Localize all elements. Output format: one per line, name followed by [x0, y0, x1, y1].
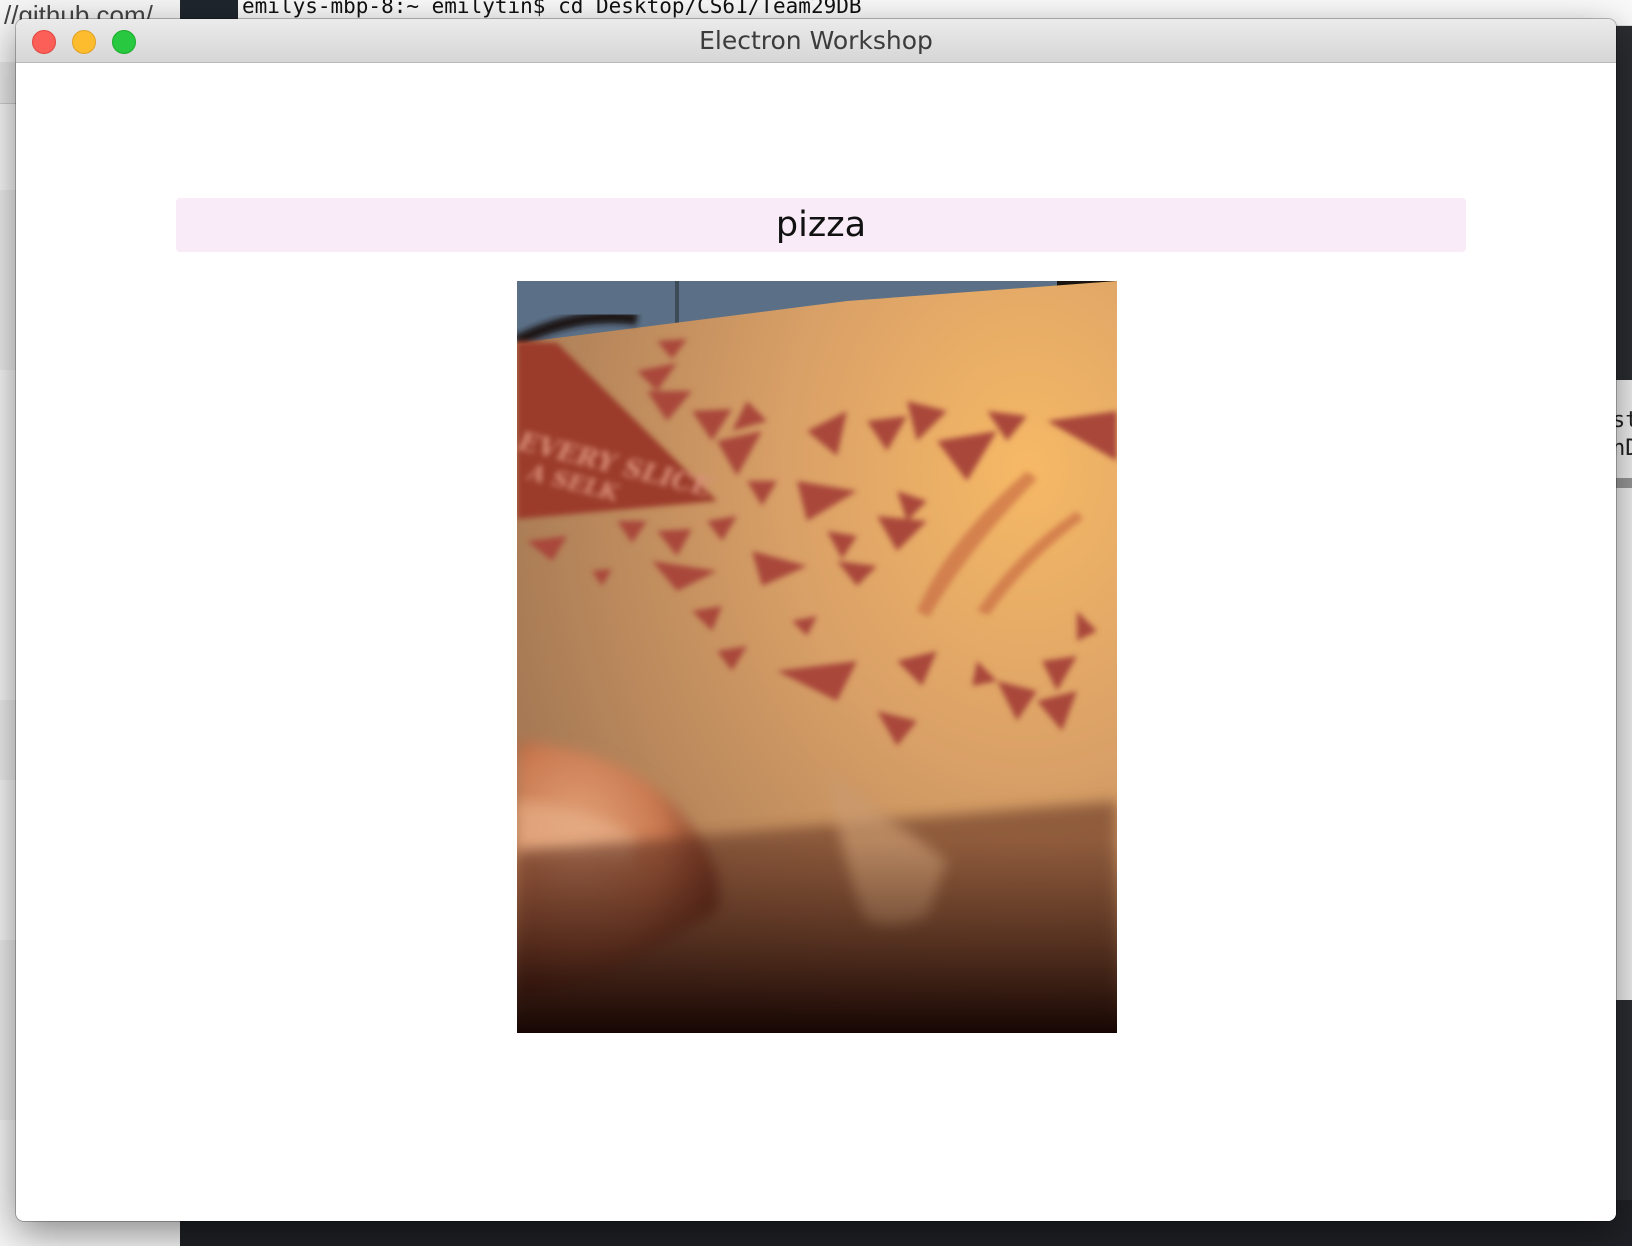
zoom-button[interactable]	[112, 30, 136, 54]
pizza-photo: EVERY SLICE A SELK	[517, 281, 1117, 1033]
result-image: EVERY SLICE A SELK	[517, 281, 1117, 1033]
title-bar[interactable]: Electron Workshop	[16, 19, 1616, 63]
app-window: Electron Workshop pizza EVERY SLICE A SE…	[16, 19, 1616, 1221]
app-content: EVERY SLICE A SELK	[16, 63, 1616, 1221]
search-input[interactable]	[176, 198, 1466, 252]
window-title: Electron Workshop	[699, 26, 933, 55]
minimize-button[interactable]	[72, 30, 96, 54]
close-button[interactable]	[32, 30, 56, 54]
terminal-prompt: emilys-mbp-8:~ emilytin$ cd Desktop/CS61…	[242, 0, 862, 18]
